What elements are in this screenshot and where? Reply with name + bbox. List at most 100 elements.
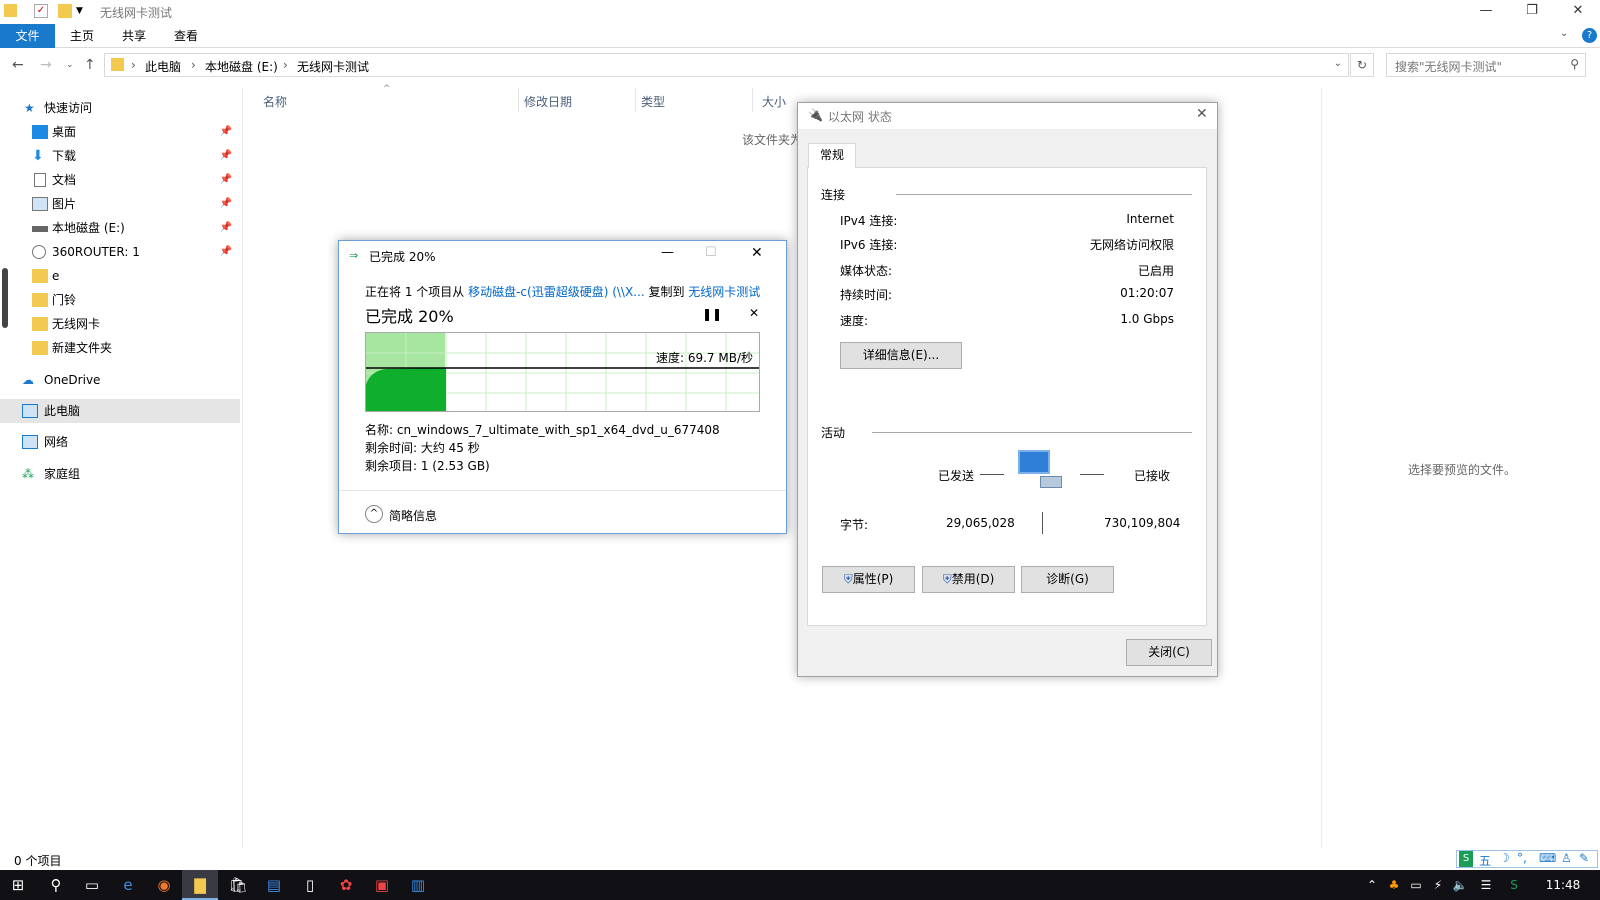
- tab-file[interactable]: 文件: [0, 24, 55, 48]
- pin-icon[interactable]: 📌: [220, 240, 232, 264]
- diagnose-button[interactable]: 诊断(G): [1021, 566, 1114, 593]
- app-icon[interactable]: ▤: [256, 870, 292, 900]
- nav-item-wireless-card[interactable]: 无线网卡: [32, 312, 236, 336]
- side-handle[interactable]: [2, 268, 8, 328]
- pin-icon[interactable]: 📌: [220, 120, 232, 144]
- tray-app-icon[interactable]: ♣: [1384, 870, 1404, 900]
- breadcrumb-this-pc[interactable]: 此电脑: [145, 58, 181, 75]
- details-button[interactable]: 详细信息(E)...: [840, 342, 962, 369]
- network-tray-icon[interactable]: ⚡: [1428, 870, 1448, 900]
- ime-mode[interactable]: 五: [1479, 852, 1491, 869]
- edge-icon[interactable]: e: [110, 870, 146, 900]
- disable-button[interactable]: ⛨禁用(D): [922, 566, 1015, 593]
- ime-toolbar[interactable]: S 五 ☽ °, ⌨ ♙ ✎: [1456, 850, 1598, 868]
- store-icon[interactable]: 🛍: [220, 870, 256, 900]
- nav-item-downloads[interactable]: ⬇ 下载 📌: [32, 144, 236, 168]
- close-dialog-button[interactable]: 关闭(C): [1126, 639, 1212, 666]
- new-folder-quick-icon[interactable]: [58, 4, 72, 18]
- nav-quick-access[interactable]: ★ 快速访问: [16, 96, 236, 120]
- cancel-icon[interactable]: ✕: [749, 306, 759, 320]
- nav-item-desktop[interactable]: 桌面 📌: [32, 120, 236, 144]
- pane-divider: [242, 88, 243, 848]
- search-icon[interactable]: ⚲: [1570, 57, 1579, 71]
- wrench-icon[interactable]: ✎: [1579, 851, 1589, 865]
- keyboard-icon[interactable]: ⌨: [1539, 851, 1556, 865]
- ime-tray-icon[interactable]: S: [1502, 870, 1526, 900]
- tab-home[interactable]: 主页: [60, 24, 104, 48]
- column-date-modified[interactable]: 修改日期: [524, 93, 572, 110]
- search-input[interactable]: 搜索"无线网卡测试" ⚲: [1386, 53, 1586, 77]
- source-link[interactable]: 移动磁盘-c(迅雷超级硬盘) (\\X...: [468, 285, 645, 299]
- connection-group-label: 连接: [821, 188, 846, 202]
- tab-share[interactable]: 共享: [112, 24, 156, 48]
- less-details-button[interactable]: ^ 简略信息: [365, 505, 485, 525]
- nav-item-documents[interactable]: 文档 📌: [32, 168, 236, 192]
- column-name[interactable]: 名称: [263, 93, 287, 110]
- moon-icon[interactable]: ☽: [1499, 851, 1510, 865]
- nav-homegroup[interactable]: ⁂ 家庭组: [22, 462, 236, 486]
- breadcrumb-local-disk[interactable]: 本地磁盘 (E:): [205, 58, 278, 75]
- back-icon[interactable]: ←: [12, 57, 24, 73]
- nav-item-doorbell[interactable]: 门铃: [32, 288, 236, 312]
- nav-item-360router[interactable]: 360ROUTER: 1 📌: [32, 240, 236, 264]
- clock[interactable]: 11:48: [1530, 870, 1596, 900]
- nav-network[interactable]: 网络: [22, 430, 236, 454]
- cloud-icon: ☁: [22, 373, 34, 387]
- task-view-icon[interactable]: ▭: [74, 870, 110, 900]
- volume-muted-icon[interactable]: 🔈: [1450, 870, 1470, 900]
- minimize-button[interactable]: —: [661, 245, 674, 260]
- dialog-titlebar: 🔌 以太网 状态 ✕: [798, 103, 1217, 129]
- folder-icon: [32, 341, 48, 355]
- chevron-down-icon[interactable]: ⌄: [1334, 58, 1342, 69]
- help-icon[interactable]: ?: [1582, 28, 1597, 43]
- destination-link[interactable]: 无线网卡测试: [688, 285, 760, 299]
- action-center-icon[interactable]: ☰: [1474, 870, 1498, 900]
- close-button[interactable]: ✕: [751, 245, 763, 261]
- up-icon[interactable]: ↑: [84, 57, 96, 73]
- recent-locations-icon[interactable]: ⌄: [66, 60, 74, 70]
- punctuation-icon[interactable]: °,: [1517, 851, 1527, 865]
- user-icon[interactable]: ♙: [1561, 851, 1572, 865]
- address-bar[interactable]: › 此电脑 › 本地磁盘 (E:) › 无线网卡测试 ⌄: [104, 53, 1349, 77]
- tab-general[interactable]: 常规: [808, 143, 856, 168]
- customize-quick-access-icon[interactable]: ▼: [76, 6, 90, 20]
- column-type[interactable]: 类型: [641, 93, 665, 110]
- tab-view[interactable]: 查看: [164, 24, 208, 48]
- close-button[interactable]: ✕: [1555, 0, 1600, 24]
- show-hidden-icons[interactable]: ⌃: [1362, 870, 1382, 900]
- column-size[interactable]: 大小: [762, 93, 786, 110]
- nav-item-local-disk[interactable]: 本地磁盘 (E:) 📌: [32, 216, 236, 240]
- desktop-icon: [32, 125, 48, 139]
- maximize-button[interactable]: ☐: [705, 245, 717, 260]
- ipv4-row: IPv4 连接: Internet: [840, 212, 1174, 228]
- firefox-icon[interactable]: ◉: [146, 870, 182, 900]
- nav-this-pc[interactable]: 此电脑: [22, 399, 236, 423]
- pin-icon[interactable]: 📌: [220, 144, 232, 168]
- pin-icon[interactable]: 📌: [220, 216, 232, 240]
- search-icon[interactable]: ⚲: [38, 870, 74, 900]
- properties-quick-icon[interactable]: ✓: [34, 4, 48, 18]
- nav-onedrive[interactable]: ☁ OneDrive: [22, 368, 236, 392]
- pin-icon[interactable]: 📌: [220, 168, 232, 192]
- pause-icon[interactable]: ❚❚: [702, 307, 722, 321]
- nav-item-pictures[interactable]: 图片 📌: [32, 192, 236, 216]
- start-button[interactable]: ⊞: [0, 870, 36, 900]
- close-button[interactable]: ✕: [1196, 106, 1208, 122]
- refresh-button[interactable]: ↻: [1350, 53, 1374, 77]
- network-status-app-icon[interactable]: ▥: [400, 870, 436, 900]
- maximize-button[interactable]: ❐: [1509, 0, 1555, 24]
- sogou-icon[interactable]: S: [1459, 851, 1473, 867]
- file-explorer-icon[interactable]: ▇: [182, 870, 218, 900]
- paint-icon[interactable]: ✿: [328, 870, 364, 900]
- forward-icon[interactable]: →: [40, 57, 52, 73]
- wps-icon[interactable]: ▣: [364, 870, 400, 900]
- expand-ribbon-icon[interactable]: ⌄: [1560, 28, 1568, 39]
- notepad-icon[interactable]: ▯: [292, 870, 328, 900]
- properties-button[interactable]: ⛨属性(P): [822, 566, 915, 593]
- minimize-button[interactable]: —: [1463, 0, 1509, 24]
- nav-item-e[interactable]: e: [32, 264, 236, 288]
- battery-icon[interactable]: ▭: [1406, 870, 1426, 900]
- nav-item-new-folder[interactable]: 新建文件夹: [32, 336, 236, 360]
- breadcrumb-current-folder[interactable]: 无线网卡测试: [297, 58, 369, 75]
- pin-icon[interactable]: 📌: [220, 192, 232, 216]
